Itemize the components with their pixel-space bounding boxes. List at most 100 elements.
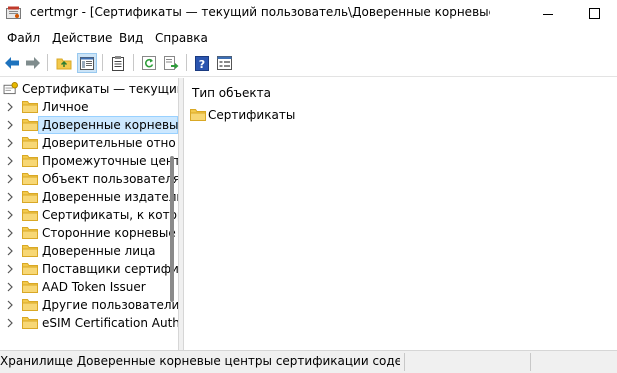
tree-item-label: Доверенные лица: [42, 244, 156, 258]
folder-icon: [22, 281, 38, 293]
tree-item[interactable]: AAD Token Issuer: [0, 278, 178, 296]
tree-item[interactable]: Объект пользователя: [0, 170, 178, 188]
chevron-right-icon[interactable]: [6, 210, 14, 220]
refresh-icon: [142, 56, 156, 70]
tree-item-label: Промежуточные цент: [42, 154, 179, 168]
tree-item[interactable]: Промежуточные цент: [0, 152, 178, 170]
tree-item-label: Сторонние корневые: [42, 226, 176, 240]
help-button[interactable]: ?: [192, 53, 212, 73]
tree-item[interactable]: Сертификаты, к котор: [0, 206, 178, 224]
folder-icon: [22, 101, 38, 113]
tree-item[interactable]: Доверительные отно: [0, 134, 178, 152]
status-text: Хранилище Доверенные корневые центры сер…: [0, 354, 400, 368]
tree-item-label: Сертификаты, к котор: [42, 208, 179, 222]
tree-root-label: Сертификаты — текущий: [22, 82, 179, 96]
tree-item-label: eSIM Certification Auth: [42, 316, 179, 330]
toolbar-separator: [186, 54, 187, 71]
folder-icon: [22, 299, 38, 311]
chevron-right-icon[interactable]: [6, 228, 14, 238]
tree-item-label: Личное: [42, 100, 89, 114]
tree-item-label: AAD Token Issuer: [42, 280, 146, 294]
maximize-button[interactable]: [571, 0, 617, 27]
minimize-icon: [543, 13, 553, 15]
chevron-right-icon[interactable]: [6, 192, 14, 202]
up-level-button[interactable]: [54, 53, 74, 73]
export-list-icon: [163, 56, 178, 70]
properties-button[interactable]: [108, 53, 128, 73]
folder-icon: [22, 227, 38, 239]
tree-item[interactable]: Сторонние корневые: [0, 224, 178, 242]
folder-icon: [22, 155, 38, 167]
title-bar: certmgr - [Сертификаты — текущий пользов…: [0, 0, 617, 27]
folder-icon: [22, 137, 38, 149]
menu-help[interactable]: Справка: [155, 31, 208, 45]
tree-item-label: Объект пользователя: [42, 172, 179, 186]
minimize-button[interactable]: [525, 0, 571, 27]
export-list-button[interactable]: [161, 53, 181, 73]
chevron-right-icon[interactable]: [6, 120, 14, 130]
status-bar: Хранилище Доверенные корневые центры сер…: [0, 350, 617, 373]
svg-text:?: ?: [199, 58, 205, 71]
back-button[interactable]: [2, 53, 22, 73]
tree-root[interactable]: Сертификаты — текущий: [0, 80, 178, 98]
chevron-right-icon[interactable]: [6, 246, 14, 256]
console-view-button[interactable]: [214, 53, 234, 73]
list-item[interactable]: Сертификаты: [188, 106, 388, 124]
tree-item-label: Доверенные корневы: [42, 118, 179, 132]
tree-item-label: Поставщики сертифи: [42, 262, 179, 276]
console-view-icon: [216, 56, 232, 70]
certmgr-app-icon: [6, 6, 21, 19]
up-folder-icon: [56, 58, 72, 70]
tree-item[interactable]: Доверенные корневы: [0, 116, 178, 134]
folder-icon: [22, 209, 38, 221]
chevron-right-icon[interactable]: [6, 174, 14, 184]
chevron-right-icon[interactable]: [6, 156, 14, 166]
show-hide-tree-button[interactable]: [77, 53, 97, 73]
show-hide-tree-icon: [80, 56, 94, 70]
folder-icon: [22, 191, 38, 203]
tree-scrollbar-thumb[interactable]: [170, 156, 174, 302]
maximize-icon: [588, 8, 600, 19]
forward-arrow-icon: [26, 57, 40, 69]
menu-file[interactable]: Файл: [7, 31, 40, 45]
list-item-label: Сертификаты: [208, 108, 296, 122]
chevron-right-icon[interactable]: [6, 300, 14, 310]
menu-view[interactable]: Вид: [119, 31, 143, 45]
folder-icon: [22, 119, 38, 131]
menu-bar: Файл Действие Вид Справка: [0, 27, 617, 49]
tree-item[interactable]: Поставщики сертифи: [0, 260, 178, 278]
tree-item-label: Доверенные издатели: [42, 190, 179, 204]
tree-item[interactable]: Другие пользователи: [0, 296, 178, 314]
properties-icon: [112, 55, 124, 71]
column-header-object-type[interactable]: Тип объекта: [192, 86, 271, 100]
folder-icon: [190, 109, 206, 121]
toolbar: ?: [0, 49, 617, 77]
folder-icon: [22, 263, 38, 275]
tree-item-label: Доверительные отно: [42, 136, 176, 150]
results-pane[interactable]: Тип объекта Сертификаты: [183, 78, 617, 350]
certificate-store-icon: [3, 82, 18, 95]
chevron-right-icon[interactable]: [6, 264, 14, 274]
status-divider: [530, 353, 531, 371]
menu-action[interactable]: Действие: [52, 31, 112, 45]
toolbar-separator: [133, 54, 134, 71]
chevron-right-icon[interactable]: [6, 102, 14, 112]
tree-item[interactable]: eSIM Certification Auth: [0, 314, 178, 332]
folder-icon: [22, 173, 38, 185]
status-divider: [404, 353, 405, 371]
tree-item-label: Другие пользователи: [42, 298, 179, 312]
tree-item[interactable]: Доверенные издатели: [0, 188, 178, 206]
chevron-right-icon[interactable]: [6, 282, 14, 292]
help-icon: ?: [195, 55, 209, 71]
tree-item[interactable]: Доверенные лица: [0, 242, 178, 260]
chevron-right-icon[interactable]: [6, 138, 14, 148]
back-arrow-icon: [5, 57, 19, 69]
tree-item[interactable]: Личное: [0, 98, 178, 116]
folder-icon: [22, 245, 38, 257]
chevron-right-icon[interactable]: [6, 318, 14, 328]
folder-icon: [22, 317, 38, 329]
toolbar-separator: [102, 54, 103, 71]
forward-button[interactable]: [23, 53, 43, 73]
refresh-button[interactable]: [139, 53, 159, 73]
console-tree[interactable]: Сертификаты — текущий Личное Доверенные к…: [0, 78, 179, 350]
